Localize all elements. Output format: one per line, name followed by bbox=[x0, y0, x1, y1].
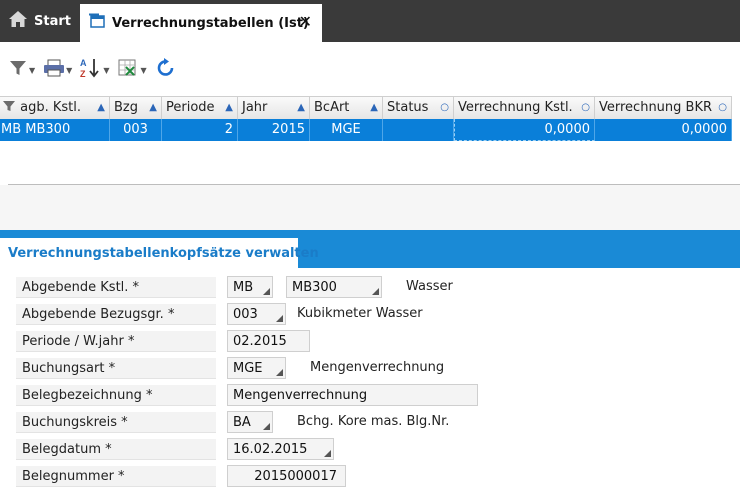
cell-bcart: MGE bbox=[310, 119, 383, 141]
print-icon bbox=[43, 58, 65, 82]
belegbezeichnung-field[interactable]: Mengenverrechnung bbox=[227, 384, 478, 406]
bezugsgr-field[interactable]: 003 bbox=[227, 303, 286, 325]
sort-none-icon: ○ bbox=[718, 102, 727, 113]
sort-asc-icon: ▲ bbox=[149, 102, 157, 113]
tab-start-label: Start bbox=[34, 13, 71, 29]
sort-asc-icon: ▲ bbox=[97, 102, 105, 113]
column-header-bzg[interactable]: Bzg ▲ bbox=[110, 97, 162, 119]
tab-verrechnungstabellen[interactable]: Verrechnungstabellen (Ist) ✕ bbox=[80, 4, 322, 42]
filter-button[interactable]: ▼ bbox=[8, 56, 35, 84]
cell-periode: 2 bbox=[162, 119, 238, 141]
label-bezugsgr: Abgebende Bezugsgr. * bbox=[16, 304, 216, 325]
refresh-icon bbox=[155, 57, 177, 83]
belegnummer-field[interactable]: 2015000017 bbox=[227, 465, 346, 487]
sort-asc-icon: ▲ bbox=[225, 102, 233, 113]
label-buchungsart: Buchungsart * bbox=[16, 358, 216, 379]
column-header-bcart[interactable]: BcArt ▲ bbox=[310, 97, 383, 119]
toolbar: ▼ ▼ AZ ▼ ▼ bbox=[0, 56, 177, 84]
cell-verrechnung-kstl[interactable]: 0,0000 bbox=[454, 119, 595, 141]
refresh-button[interactable] bbox=[155, 56, 177, 84]
abgebende-kstl-field-1[interactable]: MB bbox=[227, 276, 273, 298]
label-periode: Periode / W.jahr * bbox=[16, 331, 216, 352]
section-title: Verrechnungstabellenkopfsätze verwalten bbox=[8, 246, 319, 261]
column-header-periode[interactable]: Periode ▲ bbox=[162, 97, 238, 119]
sort-asc-icon: ▲ bbox=[370, 102, 378, 113]
cell-verrechnung-bkr: 0,0000 bbox=[595, 119, 732, 141]
grid-empty-area bbox=[0, 185, 740, 230]
chevron-down-icon: ▼ bbox=[103, 65, 110, 75]
svg-text:A: A bbox=[80, 58, 87, 68]
svg-text:Z: Z bbox=[80, 69, 86, 79]
column-header-status[interactable]: Status ○ bbox=[383, 97, 454, 119]
label-belegnummer: Belegnummer * bbox=[16, 466, 216, 487]
tab-start[interactable]: Start bbox=[0, 0, 78, 42]
chevron-down-icon: ▼ bbox=[66, 65, 73, 75]
buchungskreis-desc: Bchg. Kore mas. Blg.Nr. bbox=[297, 414, 450, 429]
label-belegbezeichnung: Belegbezeichnung * bbox=[16, 385, 216, 406]
grid-header: agb. Kstl. ▲ Bzg ▲ Periode ▲ Jahr ▲ BcAr… bbox=[0, 96, 732, 120]
sort-asc-icon: ▲ bbox=[297, 102, 305, 113]
label-abgebende-kstl: Abgebende Kstl. * bbox=[16, 277, 216, 298]
excel-export-button[interactable]: ▼ bbox=[117, 56, 147, 84]
tab-active-label: Verrechnungstabellen (Ist) bbox=[112, 15, 309, 31]
abgebende-kstl-field-2[interactable]: MB300 bbox=[286, 276, 382, 298]
belegdatum-field[interactable]: 16.02.2015 bbox=[227, 438, 334, 460]
label-belegdatum: Belegdatum * bbox=[16, 439, 216, 460]
sort-none-icon: ○ bbox=[581, 102, 590, 113]
column-header-verrechnung-kstl[interactable]: Verrechnung Kstl. ○ bbox=[454, 97, 595, 119]
bezugsgr-desc: Kubikmeter Wasser bbox=[297, 306, 423, 321]
filter-icon bbox=[2, 100, 16, 115]
close-icon[interactable]: ✕ bbox=[299, 14, 312, 30]
window-icon bbox=[88, 12, 106, 34]
chevron-down-icon: ▼ bbox=[140, 65, 147, 75]
filter-icon bbox=[8, 58, 28, 82]
home-icon bbox=[8, 10, 28, 32]
section-bar-right bbox=[298, 238, 740, 268]
print-button[interactable]: ▼ bbox=[43, 56, 72, 84]
cell-agb-kstl: MB MB300 bbox=[0, 119, 110, 141]
periode-field[interactable]: 02.2015 bbox=[227, 330, 310, 352]
sort-az-icon: AZ bbox=[80, 57, 102, 83]
buchungsart-field[interactable]: MGE bbox=[227, 357, 286, 379]
excel-export-icon bbox=[117, 58, 139, 82]
table-row[interactable]: MB MB300 003 2 2015 MGE 0,0000 0,0000 bbox=[0, 119, 732, 141]
cell-status bbox=[383, 119, 454, 141]
label-buchungskreis: Buchungskreis * bbox=[16, 412, 216, 433]
sort-none-icon: ○ bbox=[440, 102, 449, 113]
tab-bar: Start Verrechnungstabellen (Ist) ✕ bbox=[0, 0, 740, 42]
abgebende-kstl-desc: Wasser bbox=[406, 279, 453, 294]
column-header-agb-kstl[interactable]: agb. Kstl. ▲ bbox=[0, 97, 110, 119]
column-header-jahr[interactable]: Jahr ▲ bbox=[238, 97, 310, 119]
sort-button[interactable]: AZ ▼ bbox=[80, 56, 109, 84]
chevron-down-icon: ▼ bbox=[29, 65, 36, 75]
column-header-verrechnung-bkr[interactable]: Verrechnung BKR ○ bbox=[595, 97, 732, 119]
cell-bzg: 003 bbox=[110, 119, 162, 141]
cell-jahr: 2015 bbox=[238, 119, 310, 141]
buchungsart-desc: Mengenverrechnung bbox=[310, 360, 445, 375]
section-bar bbox=[0, 230, 740, 238]
buchungskreis-field[interactable]: BA bbox=[227, 411, 273, 433]
